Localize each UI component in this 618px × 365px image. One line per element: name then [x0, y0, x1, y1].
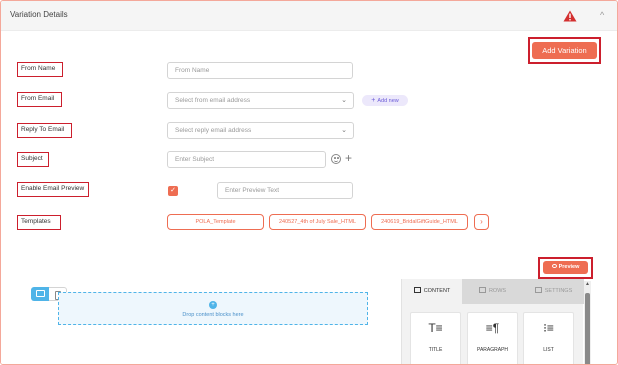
plus-icon: + — [371, 97, 376, 104]
reply-to-select[interactable]: Select reply email address ⌄ — [167, 122, 354, 139]
from-email-placeholder: Select from email address — [175, 97, 251, 104]
side-panel-scrollbar[interactable]: ▲ — [584, 281, 591, 364]
reply-to-email-label: Reply To Email — [17, 123, 72, 138]
grid-icon — [413, 286, 421, 293]
chevron-down-icon: ⌄ — [341, 127, 347, 134]
rows-icon — [478, 286, 486, 293]
subject-label: Subject — [17, 152, 49, 167]
variation-details-panel: Variation Details ^ Add Variation From N… — [0, 0, 618, 365]
templates-label: Templates — [17, 215, 61, 230]
scroll-thumb[interactable] — [585, 293, 590, 364]
panel-title: Variation Details — [10, 10, 68, 19]
tab-settings[interactable]: SETTINGS — [523, 279, 584, 304]
paragraph-icon: ≡¶ — [485, 321, 500, 335]
title-icon: T≡ — [428, 321, 443, 335]
scroll-up-icon[interactable]: ▲ — [584, 281, 591, 288]
list-icon: ⁝≡ — [543, 321, 554, 335]
tab-content[interactable]: CONTENT — [402, 279, 462, 304]
from-name-input[interactable]: From Name — [167, 62, 353, 79]
enable-email-preview-label: Enable Email Preview — [17, 182, 89, 197]
eye-icon — [551, 263, 557, 268]
block-title-label: TITLE — [428, 347, 443, 353]
settings-icon — [534, 286, 542, 293]
chevron-down-icon: ⌄ — [341, 97, 347, 104]
templates-next-button[interactable]: › — [474, 214, 489, 230]
add-variation-highlight: Add Variation — [528, 37, 601, 64]
preview-text-input[interactable]: Enter Preview Text — [217, 182, 353, 199]
plus-icon[interactable]: + — [345, 151, 352, 165]
emoji-icon[interactable] — [331, 154, 341, 164]
desktop-icon[interactable] — [31, 287, 49, 301]
panel-header[interactable]: Variation Details ^ — [1, 1, 617, 31]
tab-settings-label: SETTINGS — [544, 288, 573, 294]
add-new-label: Add new — [377, 98, 399, 104]
from-email-label: From Email — [17, 92, 62, 107]
preview-label: Preview — [558, 264, 580, 270]
add-new-button[interactable]: + Add new — [362, 95, 408, 106]
drop-zone[interactable]: + Drop content blocks here — [58, 292, 368, 325]
block-title[interactable]: T≡ TITLE — [410, 312, 461, 364]
template-pill[interactable]: 240619_BridalGiftGuide_HTML — [371, 214, 468, 230]
drop-zone-text: Drop content blocks here — [182, 312, 244, 318]
from-email-select[interactable]: Select from email address ⌄ — [167, 92, 354, 109]
template-pill[interactable]: POLA_Template — [167, 214, 264, 230]
preview-highlight: Preview — [538, 257, 593, 279]
from-name-label: From Name — [17, 62, 63, 77]
block-paragraph-label: PARAGRAPH — [476, 347, 509, 353]
block-paragraph[interactable]: ≡¶ PARAGRAPH — [467, 312, 518, 364]
tab-rows-label: ROWS — [488, 288, 507, 294]
chevron-up-icon[interactable]: ^ — [600, 10, 604, 20]
template-pill[interactable]: 240527_4th of July Sale_HTML — [269, 214, 366, 230]
warning-triangle-icon — [563, 10, 577, 22]
block-list-label: LIST — [543, 347, 554, 353]
plus-circle-icon: + — [209, 301, 217, 309]
enable-preview-checkbox[interactable]: ✓ — [168, 186, 178, 196]
editor-side-panel: CONTENT ROWS SETTINGS T≡ TITLE ≡¶ PARAGR… — [401, 279, 584, 364]
preview-button[interactable]: Preview — [543, 261, 588, 274]
subject-input[interactable]: Enter Subject — [167, 151, 326, 168]
tab-content-label: CONTENT — [423, 288, 451, 294]
tab-rows[interactable]: ROWS — [462, 279, 523, 304]
add-variation-button[interactable]: Add Variation — [532, 42, 597, 59]
reply-to-placeholder: Select reply email address — [175, 127, 252, 134]
block-list[interactable]: ⁝≡ LIST — [523, 312, 574, 364]
